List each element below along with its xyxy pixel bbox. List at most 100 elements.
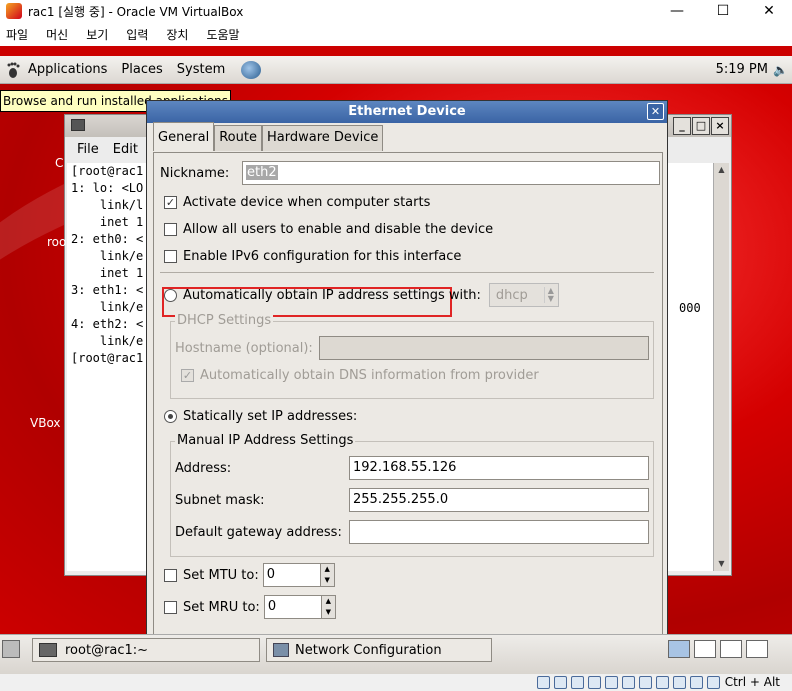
auto-ip-label[interactable]: Automatically obtain IP address settings…	[183, 288, 481, 303]
allow-users-row[interactable]: Allow all users to enable and disable th…	[164, 222, 493, 237]
panel-clock[interactable]: 5:19 PM	[716, 62, 768, 77]
dialog-tabs: General Route Hardware Device	[153, 122, 384, 151]
terminal-menu-edit[interactable]: Edit	[113, 142, 138, 157]
host-menu-help[interactable]: 도움말	[206, 26, 239, 43]
terminal-scrollbar[interactable]: ▲ ▼	[713, 163, 729, 571]
keyboard-icon[interactable]	[707, 676, 720, 689]
speaker-icon[interactable]: 🔈	[773, 63, 788, 77]
mtu-field[interactable]: 0	[262, 563, 321, 587]
scroll-down-icon[interactable]: ▼	[714, 557, 729, 571]
panel-applications-menu[interactable]: Applications	[28, 62, 107, 77]
nickname-row: Nickname: eth2	[160, 161, 660, 185]
mouse-integration-icon[interactable]	[690, 676, 703, 689]
mtu-checkbox[interactable]	[164, 568, 177, 582]
host-key-label: Ctrl + Alt	[724, 675, 780, 689]
desktop-label-c: C	[55, 156, 64, 170]
panel-places-menu[interactable]: Places	[121, 62, 162, 77]
mru-label[interactable]: Set MRU to:	[183, 600, 260, 615]
mtu-label[interactable]: Set MTU to:	[183, 568, 259, 583]
status-icons	[533, 676, 720, 689]
auto-dns-row: ✓ Automatically obtain DNS information f…	[181, 368, 539, 383]
subnet-row: Subnet mask: 255.255.255.0	[175, 488, 649, 512]
host-menu-devices[interactable]: 장치	[166, 26, 188, 43]
terminal-close-button[interactable]: ×	[711, 117, 729, 135]
gateway-label: Default gateway address:	[175, 524, 342, 540]
activate-on-boot-label[interactable]: Activate device when computer starts	[183, 195, 430, 210]
ipv6-checkbox[interactable]	[164, 250, 177, 263]
spin-arrows-icon: ▲ ▼	[543, 287, 554, 303]
manual-ip-group: Manual IP Address Settings Address: 192.…	[170, 433, 654, 557]
auto-dns-checkbox[interactable]: ✓	[181, 369, 194, 382]
nickname-field[interactable]: eth2	[242, 161, 660, 185]
audio-icon[interactable]	[571, 676, 584, 689]
hostname-row: Hostname (optional):	[175, 336, 649, 360]
cpu-icon[interactable]	[673, 676, 686, 689]
tab-general[interactable]: General	[153, 122, 215, 151]
address-label: Address:	[175, 460, 232, 476]
shared-folders-icon[interactable]	[622, 676, 635, 689]
separator	[160, 272, 654, 273]
top-panel: Applications Places System 5:19 PM 🔈	[0, 56, 792, 84]
panel-system-menu[interactable]: System	[177, 62, 225, 77]
workspace-4[interactable]	[746, 640, 768, 658]
usb-icon[interactable]	[605, 676, 618, 689]
ipv6-row[interactable]: Enable IPv6 configuration for this inter…	[164, 249, 461, 264]
ipv6-label[interactable]: Enable IPv6 configuration for this inter…	[183, 249, 461, 264]
terminal-minimize-button[interactable]: _	[673, 117, 691, 135]
activate-on-boot-row[interactable]: ✓ Activate device when computer starts	[164, 195, 430, 210]
show-desktop-icon[interactable]	[2, 640, 20, 658]
mru-field[interactable]: 0	[263, 595, 322, 619]
guest-screen[interactable]: Applications Places System 5:19 PM 🔈 Bro…	[0, 46, 792, 674]
minimize-button[interactable]: —	[654, 0, 700, 22]
scroll-up-icon[interactable]: ▲	[714, 163, 729, 177]
ethernet-device-dialog[interactable]: Ethernet Device ✕ General Route Hardware…	[146, 100, 668, 674]
network-config-icon	[273, 643, 289, 657]
tab-route[interactable]: Route	[214, 125, 262, 151]
tab-hardware-device[interactable]: Hardware Device	[261, 125, 384, 151]
maximize-button[interactable]: ☐	[700, 0, 746, 22]
activate-on-boot-checkbox[interactable]: ✓	[164, 196, 177, 209]
web-browser-icon[interactable]	[241, 60, 262, 79]
spin-arrows-icon[interactable]: ▲ ▼	[321, 595, 336, 619]
host-menu-view[interactable]: 보기	[86, 26, 108, 43]
mru-spinner[interactable]: 0 ▲ ▼	[263, 595, 336, 619]
close-button[interactable]: ✕	[746, 0, 792, 22]
workspace-3[interactable]	[720, 640, 742, 658]
static-ip-row[interactable]: Statically set IP addresses:	[164, 409, 357, 424]
subnet-field[interactable]: 255.255.255.0	[349, 488, 649, 512]
spin-arrows-icon[interactable]: ▲ ▼	[320, 563, 335, 587]
recording-icon[interactable]	[656, 676, 669, 689]
gnome-foot-icon[interactable]	[6, 62, 20, 78]
host-title-bar: rac1 [실행 중] - Oracle VM VirtualBox — ☐ ✕	[0, 0, 792, 22]
workspace-1[interactable]	[668, 640, 690, 658]
host-menu-bar: 파일 머신 보기 입력 장치 도움말	[0, 22, 792, 46]
taskbar-terminal-button[interactable]: root@rac1:~	[32, 638, 260, 662]
taskbar-network-button[interactable]: Network Configuration	[266, 638, 492, 662]
auto-ip-row[interactable]: Automatically obtain IP address settings…	[164, 283, 559, 307]
auto-ip-radio[interactable]	[164, 288, 177, 302]
dialog-close-button[interactable]: ✕	[647, 103, 664, 120]
terminal-menu-file[interactable]: File	[77, 142, 99, 157]
gateway-field[interactable]	[349, 520, 649, 544]
allow-users-checkbox[interactable]	[164, 223, 177, 236]
address-field[interactable]: 192.168.55.126	[349, 456, 649, 480]
dhcp-settings-group: DHCP Settings Hostname (optional): ✓ Aut…	[170, 313, 654, 399]
host-menu-machine[interactable]: 머신	[46, 26, 68, 43]
allow-users-label[interactable]: Allow all users to enable and disable th…	[183, 222, 493, 237]
mru-checkbox[interactable]	[164, 600, 177, 614]
hostname-field[interactable]	[319, 336, 649, 360]
terminal-maximize-button[interactable]: □	[692, 117, 710, 135]
static-ip-radio[interactable]	[164, 410, 177, 423]
mtu-spinner[interactable]: 0 ▲ ▼	[262, 563, 335, 587]
hard-disk-icon[interactable]	[537, 676, 550, 689]
static-ip-label[interactable]: Statically set IP addresses:	[183, 409, 357, 424]
dialog-titlebar[interactable]: Ethernet Device ✕	[147, 101, 667, 123]
host-menu-file[interactable]: 파일	[6, 26, 28, 43]
terminal-window-controls: _ □ ×	[672, 117, 729, 135]
auto-ip-method-select[interactable]: dhcp ▲ ▼	[488, 283, 559, 307]
display-icon[interactable]	[639, 676, 652, 689]
workspace-2[interactable]	[694, 640, 716, 658]
network-icon[interactable]	[588, 676, 601, 689]
optical-drive-icon[interactable]	[554, 676, 567, 689]
host-menu-input[interactable]: 입력	[126, 26, 148, 43]
